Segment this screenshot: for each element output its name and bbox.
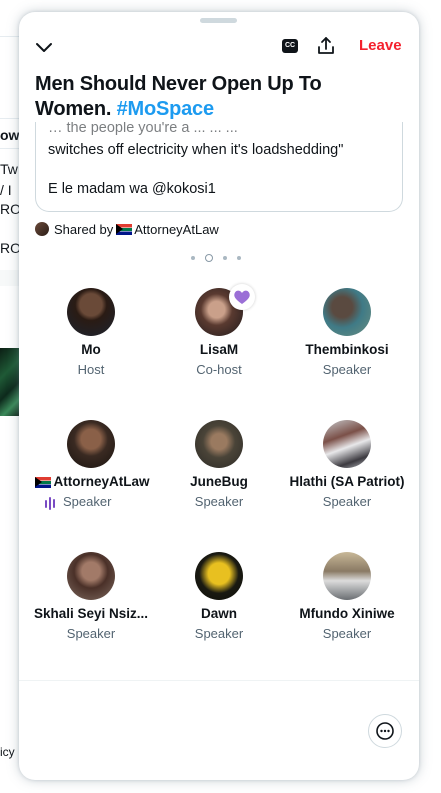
speaker-tile[interactable]: Mo Host (27, 288, 155, 377)
shared-by-prefix: Shared by (54, 221, 114, 237)
speaker-tile[interactable]: Dawn Speaker (155, 552, 283, 641)
page-dot[interactable] (237, 256, 241, 260)
more-options-button[interactable] (368, 714, 402, 748)
avatar (67, 288, 115, 336)
speaker-name: Mo (81, 342, 101, 357)
speaker-tile[interactable]: Hlathi (SA Patriot) Speaker (283, 420, 411, 509)
avatar (195, 420, 243, 468)
speaker-role: Speaker (66, 626, 116, 641)
shared-by-user[interactable]: AttorneyAtLaw (134, 222, 219, 237)
closed-captions-icon[interactable]: CC (282, 39, 298, 53)
avatar (195, 552, 243, 600)
purple-heart-icon (229, 284, 255, 310)
speaker-tile[interactable]: AttorneyAtLaw Speaker (27, 420, 155, 511)
speaker-role-row: Speaker (27, 494, 155, 511)
speaker-name: Thembinkosi (305, 342, 389, 357)
tweet-text: switches off electricity when it's loads… (48, 142, 344, 158)
speaker-tile[interactable]: Thembinkosi Speaker (283, 288, 411, 377)
speaker-role: Host (77, 362, 105, 377)
speaker-name: Mfundo Xiniwe (299, 606, 395, 621)
page-dot[interactable] (223, 256, 227, 260)
speaker-name: AttorneyAtLaw (53, 474, 150, 489)
purple-heart-icon (234, 290, 250, 304)
space-title: Men Should Never Open Up To Women. #MoSp… (35, 72, 395, 122)
speaker-tile[interactable]: Skhali Seyi Nsiz... Speaker (27, 552, 155, 641)
south-africa-flag-icon (116, 223, 133, 235)
page-indicator (191, 252, 241, 264)
page-dot-active[interactable] (205, 254, 213, 262)
footer-divider (19, 680, 419, 681)
speaker-name-with-flag: AttorneyAtLaw (27, 474, 155, 489)
page-dot[interactable] (191, 256, 195, 260)
speaker-role: Speaker (63, 494, 112, 509)
speaker-tile[interactable]: Mfundo Xiniwe Speaker (283, 552, 411, 641)
space-panel: CC Leave Men Should Never Open Up To Wom… (19, 12, 419, 780)
speaker-name: Dawn (200, 606, 237, 621)
speaker-role: Speaker (194, 494, 244, 509)
avatar (323, 552, 371, 600)
avatar (67, 420, 115, 468)
tweet-text-cut: … the people you're a ... ... ... (48, 122, 238, 136)
avatar (323, 420, 371, 468)
share-icon[interactable] (316, 36, 336, 56)
avatar (67, 552, 115, 600)
speaker-name: LisaM (199, 342, 239, 357)
speaker-name: Skhali Seyi Nsiz... (33, 606, 149, 621)
chevron-down-icon[interactable] (34, 38, 54, 58)
speaker-name: Hlathi (SA Patriot) (289, 474, 405, 489)
hashtag-link[interactable]: #MoSpace (117, 98, 215, 120)
speaker-tile[interactable]: JuneBug Speaker (155, 420, 283, 509)
leave-button[interactable]: Leave (359, 37, 402, 54)
south-africa-flag-icon (35, 476, 52, 488)
avatar (323, 288, 371, 336)
shared-tweet-card[interactable]: … the people you're a ... ... ... switch… (35, 122, 403, 212)
more-options-icon (376, 722, 394, 740)
speaker-role: Speaker (322, 362, 372, 377)
speaker-role: Co-host (196, 362, 242, 377)
speaker-role: Speaker (322, 626, 372, 641)
avatar (195, 284, 255, 336)
shared-by-label: Shared by AttorneyAtLaw (35, 221, 219, 237)
speaker-tile[interactable]: LisaM Co-host (155, 284, 283, 377)
bg-image (0, 348, 20, 416)
speaker-role: Speaker (194, 626, 244, 641)
speaker-role: Speaker (322, 494, 372, 509)
tweet-text: E le madam wa @kokosi1 (48, 181, 216, 197)
drag-handle[interactable] (200, 18, 237, 23)
speaker-name: JuneBug (190, 474, 248, 489)
avatar (35, 222, 49, 236)
audio-bars-icon (45, 495, 57, 511)
space-toolbar: CC Leave (19, 34, 419, 62)
